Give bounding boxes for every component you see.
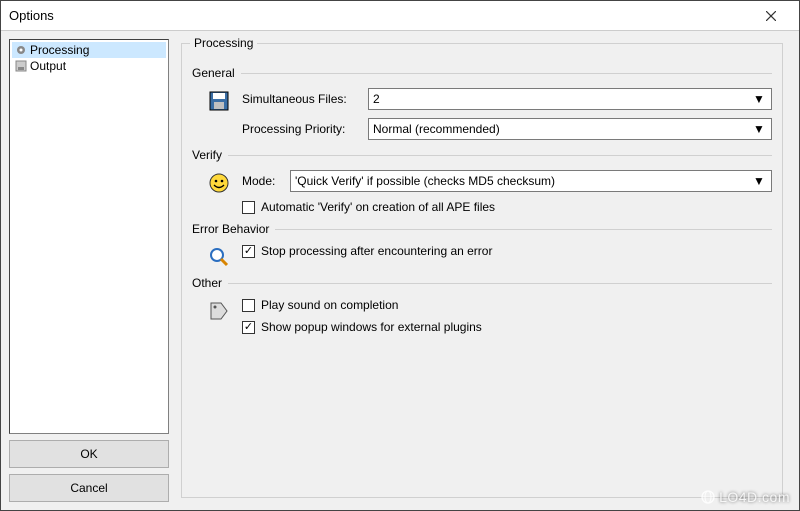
play-sound-checkbox[interactable] <box>242 299 255 312</box>
disk-icon <box>14 59 28 73</box>
chevron-down-icon: ▼ <box>751 90 767 108</box>
groupbox-title: Processing <box>190 36 257 50</box>
section-heading: Error Behavior <box>192 222 772 236</box>
close-icon <box>766 11 776 21</box>
section-heading: Verify <box>192 148 772 162</box>
nav-tree[interactable]: Processing Output <box>9 39 169 434</box>
sidebar-item-output[interactable]: Output <box>12 58 166 74</box>
smiley-icon <box>208 172 230 194</box>
processing-priority-combo[interactable]: Normal (recommended) ▼ <box>368 118 772 140</box>
body: Processing Output OK Cancel Processing G… <box>1 31 799 510</box>
options-window: Options Processing Output <box>0 0 800 511</box>
tag-icon <box>208 300 230 322</box>
simultaneous-files-combo[interactable]: 2 ▼ <box>368 88 772 110</box>
verify-mode-combo[interactable]: 'Quick Verify' if possible (checks MD5 c… <box>290 170 772 192</box>
sidebar-item-label: Processing <box>30 42 89 58</box>
close-button[interactable] <box>751 2 791 30</box>
right-panel: Processing General Simultaneous Files: <box>177 39 791 502</box>
section-general: General Simultaneous Files: 2 <box>192 66 772 140</box>
section-verify: Verify Mode: 'Quick Verify' if possible … <box>192 148 772 214</box>
section-heading: General <box>192 66 772 80</box>
verify-mode-label: Mode: <box>242 174 284 188</box>
show-popup-label: Show popup windows for external plugins <box>261 320 482 334</box>
section-heading: Other <box>192 276 772 290</box>
sidebar-item-label: Output <box>30 58 66 74</box>
simultaneous-files-label: Simultaneous Files: <box>242 92 362 106</box>
left-column: Processing Output OK Cancel <box>9 39 169 502</box>
chevron-down-icon: ▼ <box>751 120 767 138</box>
processing-groupbox: Processing General Simultaneous Files: <box>181 43 783 498</box>
floppy-icon <box>208 90 230 112</box>
titlebar: Options <box>1 1 799 31</box>
auto-verify-checkbox[interactable] <box>242 201 255 214</box>
sidebar-item-processing[interactable]: Processing <box>12 42 166 58</box>
chevron-down-icon: ▼ <box>751 172 767 190</box>
gear-icon <box>14 43 28 57</box>
show-popup-checkbox[interactable] <box>242 321 255 334</box>
magnifier-icon <box>208 246 230 268</box>
watermark: LO4D.com <box>701 489 790 505</box>
auto-verify-label: Automatic 'Verify' on creation of all AP… <box>261 200 495 214</box>
processing-priority-label: Processing Priority: <box>242 122 362 136</box>
window-title: Options <box>9 8 751 23</box>
ok-button[interactable]: OK <box>9 440 169 468</box>
section-error: Error Behavior Stop processing after enc… <box>192 222 772 268</box>
stop-on-error-checkbox[interactable] <box>242 245 255 258</box>
cancel-button[interactable]: Cancel <box>9 474 169 502</box>
section-other: Other Play sound on completion <box>192 276 772 334</box>
globe-icon <box>701 490 715 504</box>
stop-on-error-label: Stop processing after encountering an er… <box>261 244 492 258</box>
play-sound-label: Play sound on completion <box>261 298 398 312</box>
